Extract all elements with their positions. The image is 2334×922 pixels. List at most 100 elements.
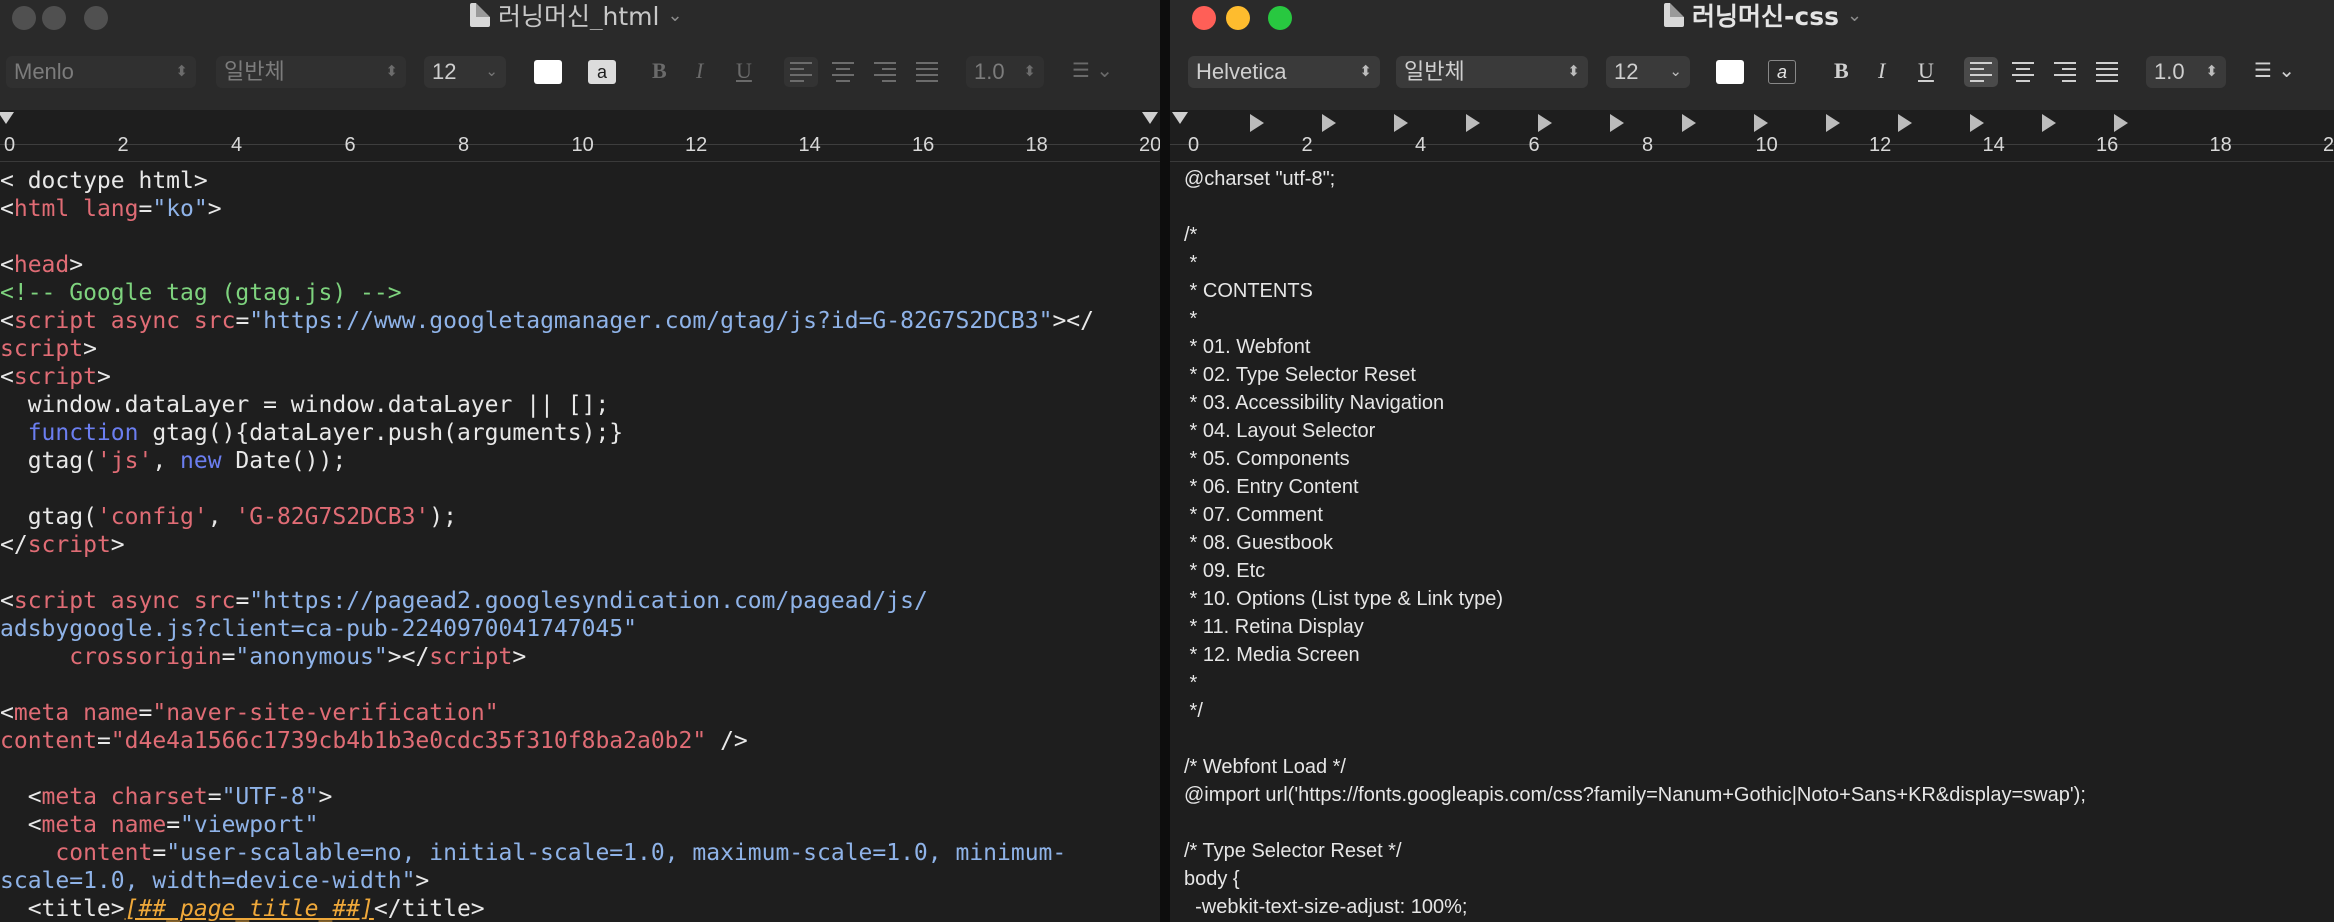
close-window-button[interactable]	[12, 6, 36, 30]
code-line[interactable]: *	[1184, 250, 1198, 276]
list-bullets-icon[interactable]: ☰ ⌄	[2254, 58, 2295, 82]
code-line[interactable]: body {	[1184, 866, 1240, 892]
code-line[interactable]: gtag('config', 'G-82G7S2DCB3');	[0, 504, 457, 530]
indent-marker-icon[interactable]	[0, 112, 14, 124]
code-line[interactable]: <!-- Google tag (gtag.js) -->	[0, 280, 402, 306]
justify-button[interactable]	[2090, 57, 2124, 87]
chevron-down-icon[interactable]: ⌄	[667, 5, 682, 26]
code-line[interactable]: content="d4e4a1566c1739cb4b1b3e0cdc35f31…	[0, 728, 748, 754]
code-line[interactable]: scale=1.0, width=device-width">	[0, 868, 429, 894]
zoom-window-button[interactable]	[1268, 6, 1292, 30]
highlight-color-swatch[interactable]: a	[588, 60, 616, 84]
code-line[interactable]: <meta name="viewport"	[0, 812, 319, 838]
align-right-button[interactable]	[2048, 57, 2082, 87]
font-family-select[interactable]: Menlo ⬍	[6, 56, 196, 88]
tab-stop-icon[interactable]	[1322, 114, 1336, 132]
code-line[interactable]: *	[1184, 306, 1198, 332]
right-margin-marker-icon[interactable]	[1142, 112, 1158, 124]
code-line[interactable]: gtag('js', new Date());	[0, 448, 347, 474]
code-line[interactable]: <html lang="ko">	[0, 196, 222, 222]
code-line[interactable]: crossorigin="anonymous"></script>	[0, 644, 526, 670]
code-line[interactable]: */	[1184, 698, 1203, 724]
code-line[interactable]: * 04. Layout Selector	[1184, 418, 1376, 444]
highlight-color-swatch[interactable]: a	[1768, 60, 1796, 84]
italic-button[interactable]: I	[696, 58, 703, 84]
line-spacing-select[interactable]: 1.0 ⬍	[966, 56, 1044, 88]
code-line[interactable]: * 06. Entry Content	[1184, 474, 1359, 500]
code-line[interactable]: @import url('https://fonts.googleapis.co…	[1184, 782, 2086, 808]
indent-marker-icon[interactable]	[1172, 112, 1188, 124]
code-line[interactable]: <title>[##_page_title_##]</title>	[0, 896, 485, 922]
code-line[interactable]: adsbygoogle.js?client=ca-pub-22409700417…	[0, 616, 637, 642]
zoom-window-button[interactable]	[84, 6, 108, 30]
align-center-button[interactable]	[826, 57, 860, 87]
minimize-window-button[interactable]	[42, 6, 66, 30]
tab-stop-icon[interactable]	[1538, 114, 1552, 132]
code-line[interactable]: *	[1184, 670, 1198, 696]
code-line[interactable]: * 12. Media Screen	[1184, 642, 1360, 668]
code-line[interactable]: <meta name="naver-site-verification"	[0, 700, 499, 726]
code-line[interactable]: * 05. Components	[1184, 446, 1350, 472]
html-window-titlebar[interactable]: 러닝머신_html ⌄	[0, 0, 1160, 33]
code-line[interactable]: * CONTENTS	[1184, 278, 1313, 304]
code-line[interactable]: /* Webfont Load */	[1184, 754, 1346, 780]
code-line[interactable]: * 02. Type Selector Reset	[1184, 362, 1416, 388]
code-line[interactable]: <script async src="https://www.googletag…	[0, 308, 1094, 334]
list-bullets-icon[interactable]: ☰ ⌄	[1072, 58, 1113, 82]
text-color-swatch[interactable]	[534, 60, 562, 84]
code-line[interactable]: @charset "utf-8";	[1184, 166, 1335, 192]
chevron-down-icon[interactable]: ⌄	[1847, 5, 1862, 26]
tab-stop-icon[interactable]	[1394, 114, 1408, 132]
align-left-button[interactable]	[784, 57, 818, 87]
code-line[interactable]: -webkit-text-size-adjust: 100%;	[1184, 894, 1467, 920]
line-spacing-select[interactable]: 1.0 ⬍	[2146, 56, 2226, 88]
tab-stop-icon[interactable]	[1898, 114, 1912, 132]
bold-button[interactable]: B	[1834, 58, 1849, 84]
html-code-editor[interactable]: < doctype html> <html lang="ko"> <head> <!-…	[0, 162, 1160, 922]
tab-stop-icon[interactable]	[1826, 114, 1840, 132]
align-center-button[interactable]	[2006, 57, 2040, 87]
code-line[interactable]: function gtag(){dataLayer.push(arguments…	[0, 420, 623, 446]
align-left-button[interactable]	[1964, 57, 1998, 87]
minimize-window-button[interactable]	[1226, 6, 1250, 30]
code-line[interactable]: * 11. Retina Display	[1184, 614, 1364, 640]
code-line[interactable]: script>	[0, 336, 97, 362]
code-line[interactable]: * 01. Webfont	[1184, 334, 1311, 360]
font-style-select[interactable]: 일반체 ⬍	[216, 56, 406, 88]
text-color-swatch[interactable]	[1716, 60, 1744, 84]
code-line[interactable]: * 09. Etc	[1184, 558, 1266, 584]
tab-stop-icon[interactable]	[1754, 114, 1768, 132]
code-line[interactable]: <head>	[0, 252, 83, 278]
close-window-button[interactable]	[1192, 6, 1216, 30]
font-size-combo[interactable]: 12 ⌄	[424, 56, 506, 88]
css-window-titlebar[interactable]: 러닝머신-css ⌄	[1170, 0, 2334, 33]
window-title[interactable]: 러닝머신-css	[1692, 0, 1839, 33]
tab-stop-icon[interactable]	[1970, 114, 1984, 132]
font-style-select[interactable]: 일반체 ⬍	[1396, 56, 1588, 88]
code-line[interactable]: <meta charset="UTF-8">	[0, 784, 333, 810]
tab-stop-icon[interactable]	[2042, 114, 2056, 132]
tab-stop-icon[interactable]	[1250, 114, 1264, 132]
tab-stop-icon[interactable]	[1466, 114, 1480, 132]
align-right-button[interactable]	[868, 57, 902, 87]
code-line[interactable]: content="user-scalable=no, initial-scale…	[0, 840, 1066, 866]
code-line[interactable]: < doctype html>	[0, 168, 208, 194]
tab-stop-icon[interactable]	[2114, 114, 2128, 132]
code-line[interactable]: </script>	[0, 532, 125, 558]
italic-button[interactable]: I	[1878, 58, 1885, 84]
code-line[interactable]: /* Type Selector Reset */	[1184, 838, 1402, 864]
ruler[interactable]: 0 2 4 6 8 10 12 14 16 18 20	[1170, 110, 2334, 162]
font-family-select[interactable]: Helvetica ⬍	[1188, 56, 1380, 88]
code-line[interactable]: window.dataLayer = window.dataLayer || […	[0, 392, 610, 418]
font-size-combo[interactable]: 12 ⌄	[1606, 56, 1690, 88]
window-title[interactable]: 러닝머신_html	[498, 0, 659, 33]
code-line[interactable]: /*	[1184, 222, 1197, 248]
tab-stop-icon[interactable]	[1682, 114, 1696, 132]
code-line[interactable]: * 03. Accessibility Navigation	[1184, 390, 1445, 416]
ruler[interactable]: 0 2 4 6 8 10 12 14 16 18 20	[0, 110, 1160, 162]
tab-stop-icon[interactable]	[1610, 114, 1624, 132]
code-line[interactable]: <script>	[0, 364, 111, 390]
bold-button[interactable]: B	[652, 58, 667, 84]
justify-button[interactable]	[910, 57, 944, 87]
underline-button[interactable]: U	[1918, 58, 1934, 84]
